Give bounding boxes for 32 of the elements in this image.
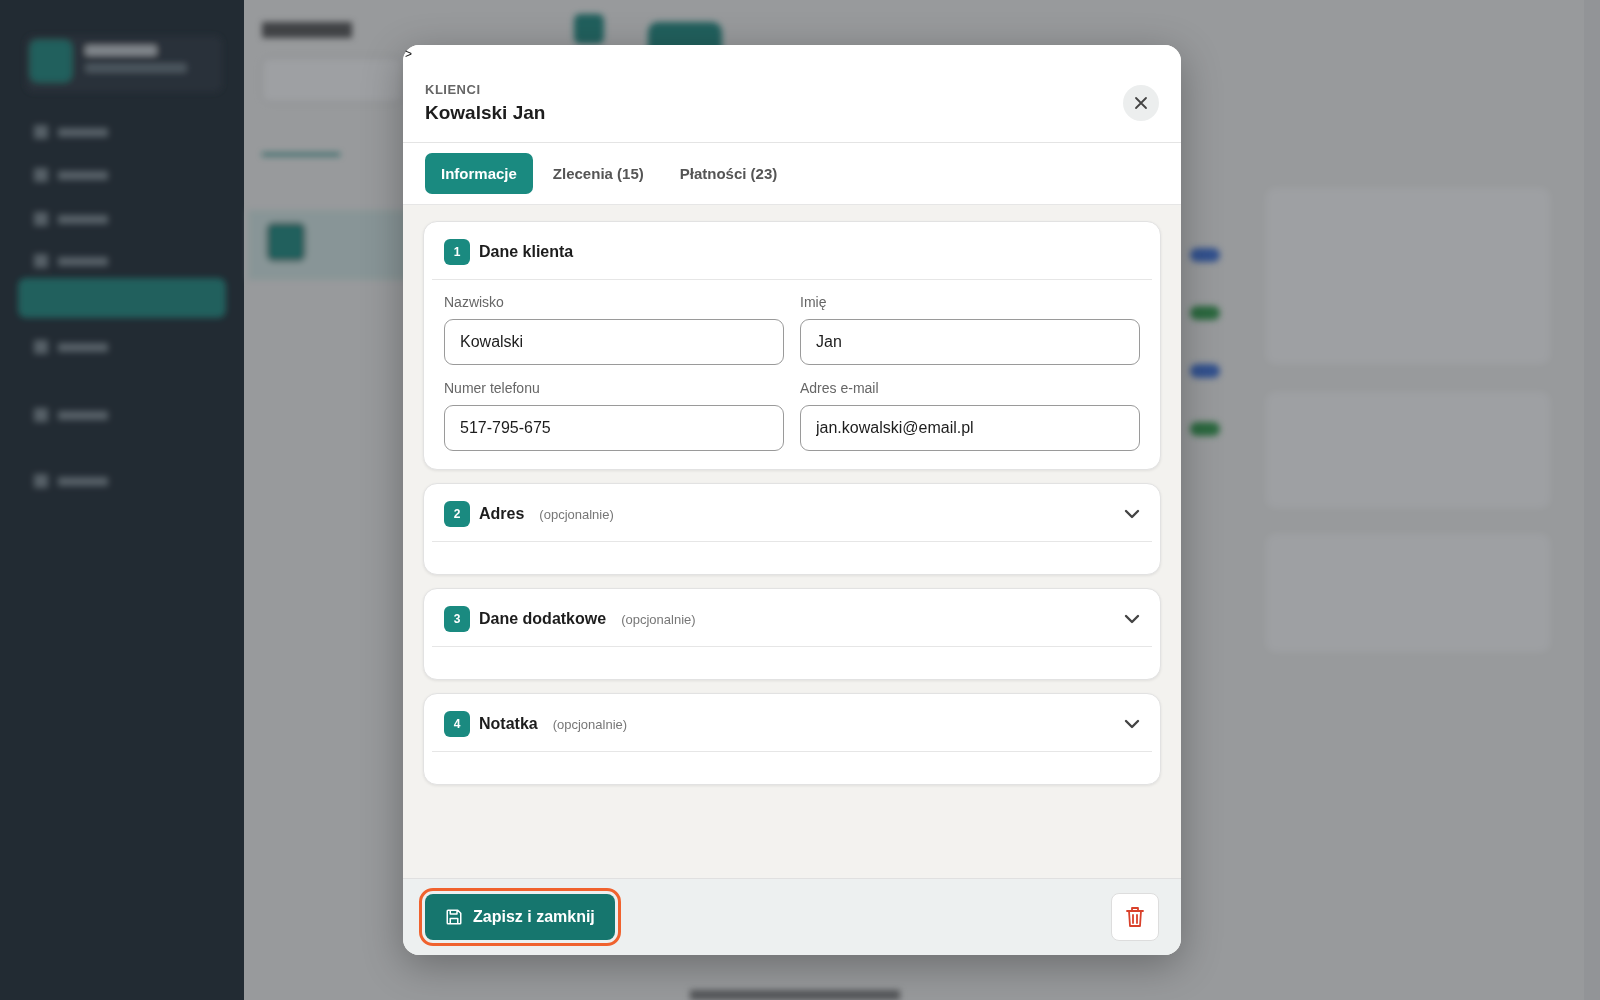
trash-icon (1125, 906, 1145, 928)
field-label: Imię (800, 294, 828, 310)
close-button[interactable] (1123, 85, 1159, 121)
close-icon (1134, 96, 1148, 110)
tab[interactable]: Zlecenia (15) (536, 153, 660, 194)
tab[interactable]: Płatności (23) (663, 153, 794, 194)
input-field[interactable]: jan.kowalski@email.pl (800, 405, 1140, 451)
section-title: Notatka (479, 715, 538, 733)
step-number: 1 (444, 239, 470, 265)
input-field[interactable]: 517-795-675 (444, 405, 784, 451)
section-hint: (opcjonalnie) (621, 611, 696, 627)
field-label: Adres e-mail (800, 380, 880, 396)
section-hint: (opcjonalnie) (552, 716, 628, 732)
tab[interactable]: Informacje (425, 153, 533, 194)
step-number: 2 (444, 501, 470, 527)
step-number: 3 (444, 606, 470, 632)
field-label: Nazwisko (444, 294, 505, 310)
input-field[interactable]: Kowalski (444, 319, 784, 365)
section-title: Dane klienta (479, 243, 574, 261)
chevron-down-icon[interactable] (1124, 614, 1140, 624)
section-hint: (opcjonalnie) (539, 506, 614, 522)
delete-button[interactable] (1111, 893, 1159, 941)
section-title: Dane dodatkowe (479, 610, 607, 628)
section-title: Adres (479, 505, 525, 523)
chevron-down-icon[interactable] (1124, 719, 1140, 729)
field-label: Numer telefonu (444, 380, 541, 396)
stray-mark: > (405, 47, 412, 61)
chevron-down-icon[interactable] (1124, 509, 1140, 519)
dialog-eyebrow: KLIENCI (425, 82, 482, 97)
input-field[interactable]: Jan (800, 319, 1140, 365)
step-number: 4 (444, 711, 470, 737)
dialog-title: Kowalski Jan (425, 102, 546, 124)
